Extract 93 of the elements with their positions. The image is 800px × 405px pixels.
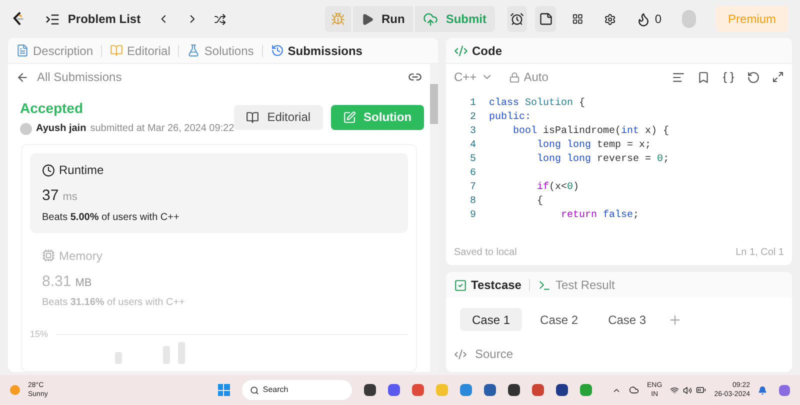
chip-icon <box>42 249 55 262</box>
code-line: bool isPalindrome(int x) { <box>512 125 670 139</box>
notes-button[interactable] <box>535 6 556 32</box>
metric-card[interactable]: Runtime 37 ms Beats 5.00% of users with C++ <box>30 153 408 232</box>
source-label: Source <box>475 346 514 363</box>
clock-icon <box>42 164 55 176</box>
braces-icon[interactable] <box>722 70 735 84</box>
code-line: long long reverse = 0; <box>536 153 670 167</box>
alarm-clock-icon <box>510 12 524 26</box>
shuffle-icon[interactable] <box>214 12 226 26</box>
panel-tab[interactable]: Testcase <box>454 276 522 294</box>
metric-title: Runtime <box>59 162 104 179</box>
metric-unit: ms <box>62 190 78 205</box>
line-number: 7 <box>468 181 476 195</box>
chart-axis-label: 15% <box>30 328 48 341</box>
book-icon <box>246 110 260 124</box>
settings-icon[interactable] <box>604 12 616 26</box>
code-line: { <box>536 195 544 209</box>
streak-count: 0 <box>654 11 662 28</box>
beats-text: Beats 31.16% of users with C++ <box>42 296 186 310</box>
reset-icon[interactable] <box>747 70 760 84</box>
sun-icon <box>10 385 20 395</box>
code-icon <box>454 348 467 360</box>
start-icon[interactable] <box>218 384 230 396</box>
code-icon <box>454 44 468 58</box>
flame-icon[interactable] <box>636 12 651 26</box>
app-icon[interactable] <box>484 384 496 396</box>
panel-tab[interactable]: Submissions <box>270 42 362 60</box>
line-number: 4 <box>468 139 476 153</box>
battery-icon[interactable] <box>696 385 706 395</box>
checkbox-icon <box>454 278 467 292</box>
scrollbar[interactable] <box>430 64 438 372</box>
problem-list-link[interactable]: Problem List <box>68 10 141 28</box>
app-icon[interactable] <box>364 384 376 396</box>
line-number: 2 <box>468 111 476 125</box>
flask-icon <box>187 44 200 57</box>
taskbar-search-field[interactable]: Search <box>242 380 352 400</box>
line-number: 8 <box>468 195 476 209</box>
save-status: Saved to local <box>454 246 517 260</box>
bug-icon <box>330 12 344 26</box>
code-line: class Solution { <box>489 97 586 111</box>
expand-icon[interactable] <box>772 71 784 83</box>
metric-unit: MB <box>75 276 92 290</box>
cloud-upload-icon <box>422 12 438 26</box>
line-number: 6 <box>468 167 476 181</box>
case-tab[interactable]: Case 3 <box>596 308 658 331</box>
metric-value: 8.31 <box>42 272 72 292</box>
app-icon[interactable] <box>508 384 520 396</box>
code-line: long long temp = x; <box>536 139 652 153</box>
format-icon[interactable] <box>672 70 685 84</box>
history-icon <box>270 44 284 57</box>
pen-square-icon <box>342 110 356 124</box>
note-icon <box>538 12 553 26</box>
bookmark-icon[interactable] <box>697 70 710 84</box>
code-line: public: <box>489 111 532 125</box>
username[interactable]: Ayush jain <box>36 121 86 136</box>
case-tab[interactable]: Case 2 <box>528 308 590 331</box>
line-number: 9 <box>468 209 476 223</box>
search-icon <box>250 386 259 394</box>
user-avatar-icon <box>20 122 32 134</box>
metric-value: 37 <box>42 186 59 206</box>
case-tab[interactable]: Case 1 <box>460 308 522 331</box>
line-number: 5 <box>468 153 476 167</box>
play-icon <box>360 12 374 26</box>
line-number: 1 <box>468 97 476 111</box>
code-line: return false; <box>560 209 640 223</box>
code-panel-title: Code <box>472 42 502 60</box>
terminal-icon <box>538 278 552 292</box>
metric-title: Memory <box>59 248 102 264</box>
code-line: if(x<0) <box>536 181 580 195</box>
book-icon <box>110 44 124 57</box>
bell-icon[interactable] <box>758 386 767 394</box>
timer-button[interactable] <box>506 6 528 32</box>
cloud-icon[interactable] <box>629 385 640 395</box>
app-icon[interactable] <box>556 384 568 396</box>
bar-chart-drawing <box>115 342 185 364</box>
logo-icon[interactable] <box>12 10 25 28</box>
back-arrow-icon[interactable] <box>16 70 29 84</box>
status-text: Accepted <box>20 99 84 118</box>
list-icon <box>44 12 60 26</box>
beats-text: Beats 5.00% of users with C++ <box>42 210 180 224</box>
cursor-position: Ln 1, Col 1 <box>736 246 784 260</box>
copilot-icon[interactable] <box>779 384 790 396</box>
submission-time: submitted at Mar 26, 2024 09:22 <box>90 122 234 136</box>
volume-icon[interactable] <box>683 386 692 394</box>
grid-icon[interactable] <box>572 12 584 26</box>
lock-icon <box>508 72 520 82</box>
code-editor[interactable]: 1 class Solution { 2 public: 3 bool isPalindrome(int x) { 4 long long temp = x; 5 long long reverse = 0; 6 7 if(x<0) 8 { 9 return false; <box>446 90 792 239</box>
editorial-button[interactable]: Editorial <box>234 104 323 130</box>
line-number: 3 <box>468 125 476 139</box>
run-button[interactable]: Run <box>352 6 413 32</box>
document-icon <box>16 44 29 57</box>
wifi-icon[interactable] <box>670 386 680 394</box>
